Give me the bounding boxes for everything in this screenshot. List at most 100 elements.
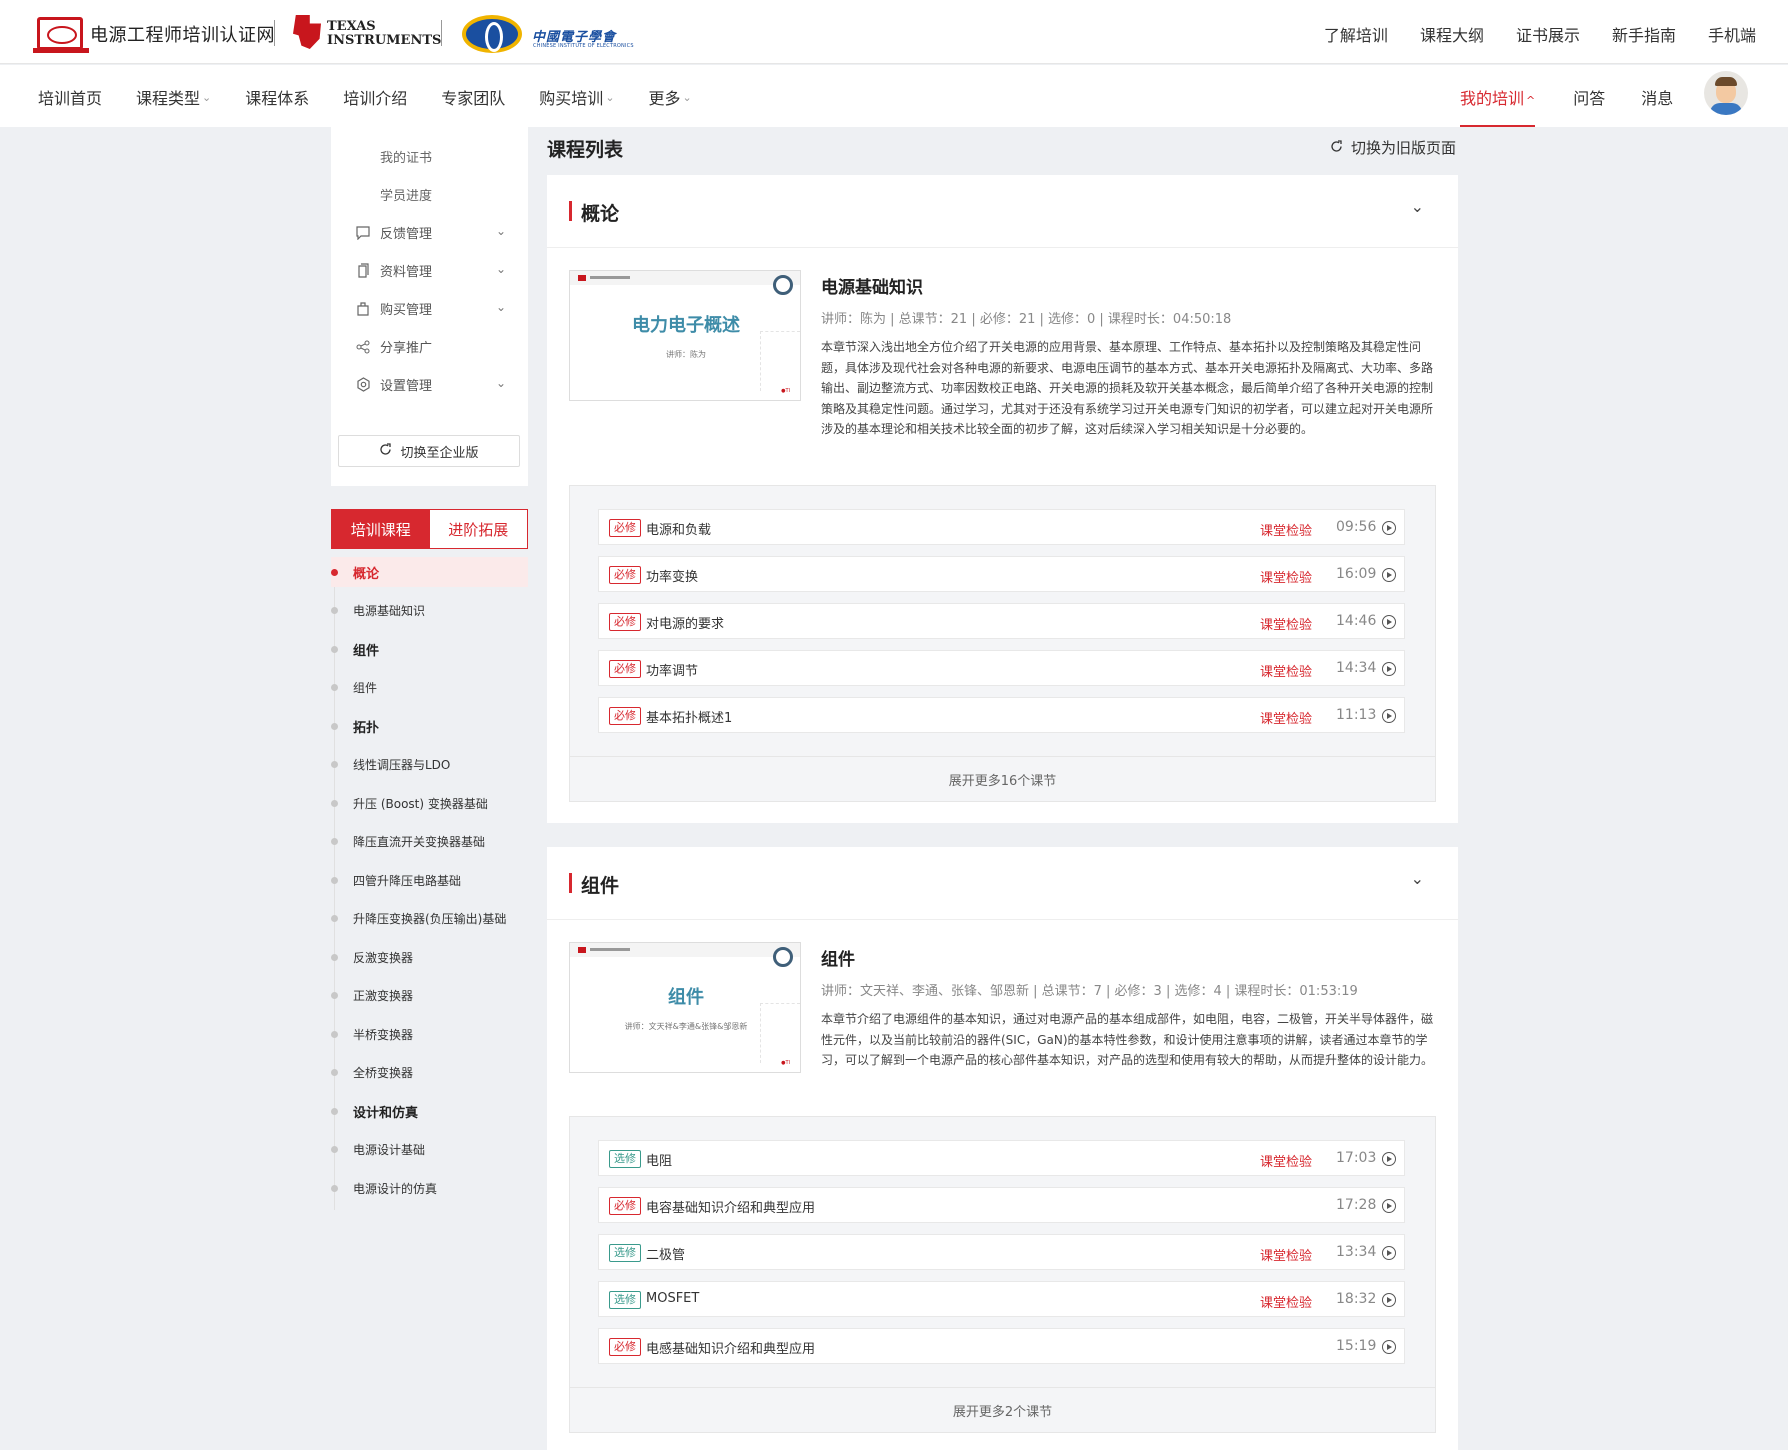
lesson-row[interactable]: 必修 基本拓扑概述1 课堂检验 11:13 <box>598 697 1405 733</box>
sidebar-item-purchases[interactable]: 购买管理 <box>355 299 432 318</box>
section-header[interactable]: 概论 ⌄ <box>547 175 1458 248</box>
avatar[interactable] <box>1704 71 1748 115</box>
nav-item-buy[interactable]: 购买培训 ⌄ <box>539 85 614 109</box>
chevron-down-icon[interactable]: ⌄ <box>1411 869 1424 888</box>
toc-label: 概论 <box>353 566 380 582</box>
sidebar-item-settings[interactable]: 设置管理 <box>355 375 432 394</box>
course-title[interactable]: 电源基础知识 <box>821 273 923 298</box>
tab-advanced[interactable]: 进阶拓展 <box>429 510 527 548</box>
toc-item[interactable]: 全桥变换器 <box>331 1058 528 1088</box>
nav-item-qa[interactable]: 问答 <box>1573 85 1605 109</box>
site-logo-icon[interactable] <box>33 17 89 53</box>
play-icon[interactable] <box>1382 521 1396 535</box>
play-icon[interactable] <box>1382 1152 1396 1166</box>
play-icon[interactable] <box>1382 615 1396 629</box>
toc-section[interactable]: 组件 <box>331 634 528 664</box>
nav-item-training-intro[interactable]: 培训介绍 <box>343 85 407 109</box>
required-badge: 必修 <box>609 519 641 537</box>
course-title[interactable]: 组件 <box>821 945 855 970</box>
play-icon[interactable] <box>1382 568 1396 582</box>
switch-old-page-link[interactable]: 切换为旧版页面 <box>1330 137 1456 158</box>
lesson-row[interactable]: 必修 功率调节 课堂检验 14:34 <box>598 650 1405 686</box>
nav-item-more[interactable]: 更多 ⌄ <box>649 85 692 109</box>
toc-item[interactable]: 升压 (Boost) 变换器基础 <box>331 788 528 818</box>
nav-item-messages[interactable]: 消息 <box>1641 85 1673 109</box>
play-icon[interactable] <box>1382 662 1396 676</box>
toc-section[interactable]: 设计和仿真 <box>331 1096 528 1126</box>
nav-item-course-system[interactable]: 课程体系 <box>245 85 309 109</box>
sidebar-item-materials[interactable]: 资料管理 <box>355 261 432 280</box>
nav-label: 购买培训 <box>539 89 604 108</box>
chevron-down-icon[interactable]: ⌄ <box>496 262 506 276</box>
toc-label: 四管升降压电路基础 <box>353 873 462 888</box>
sidebar-item-feedback[interactable]: 反馈管理 <box>355 223 432 242</box>
toc-label: 升降压变换器(负压输出)基础 <box>353 912 507 926</box>
lesson-row[interactable]: 必修 电容基础知识介绍和典型应用 17:28 <box>598 1187 1405 1223</box>
toc-item[interactable]: 半桥变换器 <box>331 1019 528 1049</box>
lesson-row[interactable]: 必修 电感基础知识介绍和典型应用 15:19 <box>598 1328 1405 1364</box>
quiz-link[interactable]: 课堂检验 <box>1260 1245 1312 1264</box>
sidebar-item-label: 购买管理 <box>380 303 433 318</box>
toc-item[interactable]: 正激变换器 <box>331 981 528 1011</box>
quiz-link[interactable]: 课堂检验 <box>1260 1292 1312 1311</box>
sidebar-item-certificates[interactable]: 我的证书 <box>380 147 432 166</box>
toc-item[interactable]: 升降压变换器(负压输出)基础 <box>331 904 528 934</box>
top-link-certificates[interactable]: 证书展示 <box>1516 22 1580 46</box>
toc-item[interactable]: 电源设计的仿真 <box>331 1173 528 1203</box>
nav-item-home[interactable]: 培训首页 <box>38 85 102 109</box>
lesson-row[interactable]: 选修 二极管 课堂检验 13:34 <box>598 1234 1405 1270</box>
toc-item[interactable]: 线性调压器与LDO <box>331 750 528 780</box>
chevron-down-icon[interactable]: ⌄ <box>496 224 506 238</box>
bullet-icon <box>331 1107 338 1115</box>
expand-more-button[interactable]: 展开更多16个课节 <box>570 756 1435 802</box>
top-link-syllabus[interactable]: 课程大纲 <box>1420 22 1484 46</box>
toc-section[interactable]: 概论 <box>331 557 528 587</box>
nav-item-experts[interactable]: 专家团队 <box>441 85 505 109</box>
switch-old-page-label: 切换为旧版页面 <box>1351 139 1457 157</box>
course-thumbnail[interactable]: 组件 讲师：文天祥&李通&张锋&邹恩新 ●TI <box>569 942 801 1073</box>
switch-enterprise-button[interactable]: 切换至企业版 <box>338 435 520 467</box>
nav-item-course-types[interactable]: 课程类型 ⌄ <box>136 85 211 109</box>
play-icon[interactable] <box>1382 1246 1396 1260</box>
section-header[interactable]: 组件 ⌄ <box>547 847 1458 920</box>
top-link-mobile[interactable]: 手机端 <box>1708 22 1756 46</box>
toc-item[interactable]: 电源基础知识 <box>331 596 528 626</box>
toc-item[interactable]: 反激变换器 <box>331 942 528 972</box>
lesson-row[interactable]: 必修 对电源的要求 课堂检验 14:46 <box>598 603 1405 639</box>
play-icon[interactable] <box>1382 1340 1396 1354</box>
quiz-link[interactable]: 课堂检验 <box>1260 520 1312 539</box>
sidebar-item-progress[interactable]: 学员进度 <box>380 185 432 204</box>
course-thumbnail[interactable]: 电力电子概述 讲师：陈为 ●TI <box>569 270 801 401</box>
toc-item[interactable]: 四管升降压电路基础 <box>331 865 528 895</box>
top-link-learn[interactable]: 了解培训 <box>1324 22 1388 46</box>
play-icon[interactable] <box>1382 1293 1396 1307</box>
lesson-row[interactable]: 选修 MOSFET 课堂检验 18:32 <box>598 1281 1405 1317</box>
quiz-link[interactable]: 课堂检验 <box>1260 1151 1312 1170</box>
optional-badge: 选修 <box>609 1291 641 1309</box>
chevron-down-icon[interactable]: ⌄ <box>496 376 506 390</box>
quiz-link[interactable]: 课堂检验 <box>1260 614 1312 633</box>
quiz-link[interactable]: 课堂检验 <box>1260 708 1312 727</box>
cie-logo-icon <box>462 15 522 53</box>
nav-item-my-training[interactable]: 我的培训 ^ <box>1460 85 1536 127</box>
toc-section[interactable]: 拓扑 <box>331 711 528 741</box>
tab-training-courses[interactable]: 培训课程 <box>332 510 430 548</box>
lesson-row[interactable]: 必修 电源和负载 课堂检验 09:56 <box>598 509 1405 545</box>
toc-item[interactable]: 降压直流开关变换器基础 <box>331 827 528 857</box>
bullet-icon <box>331 876 338 884</box>
lesson-row[interactable]: 必修 功率变换 课堂检验 16:09 <box>598 556 1405 592</box>
lesson-row[interactable]: 选修 电阻 课堂检验 17:03 <box>598 1140 1405 1176</box>
quiz-link[interactable]: 课堂检验 <box>1260 661 1312 680</box>
chevron-down-icon[interactable]: ⌄ <box>1411 197 1424 216</box>
toc-item[interactable]: 电源设计基础 <box>331 1135 528 1165</box>
expand-more-button[interactable]: 展开更多2个课节 <box>570 1387 1435 1433</box>
play-icon[interactable] <box>1382 709 1396 723</box>
site-name[interactable]: 电源工程师培训认证网 <box>90 21 275 47</box>
sidebar-item-share[interactable]: 分享推广 <box>355 337 432 356</box>
quiz-link[interactable]: 课堂检验 <box>1260 567 1312 586</box>
top-link-guide[interactable]: 新手指南 <box>1612 22 1676 46</box>
chevron-down-icon[interactable]: ⌄ <box>496 300 506 314</box>
play-icon[interactable] <box>1382 1199 1396 1213</box>
bullet-icon <box>331 684 338 691</box>
toc-item[interactable]: 组件 <box>331 673 528 703</box>
